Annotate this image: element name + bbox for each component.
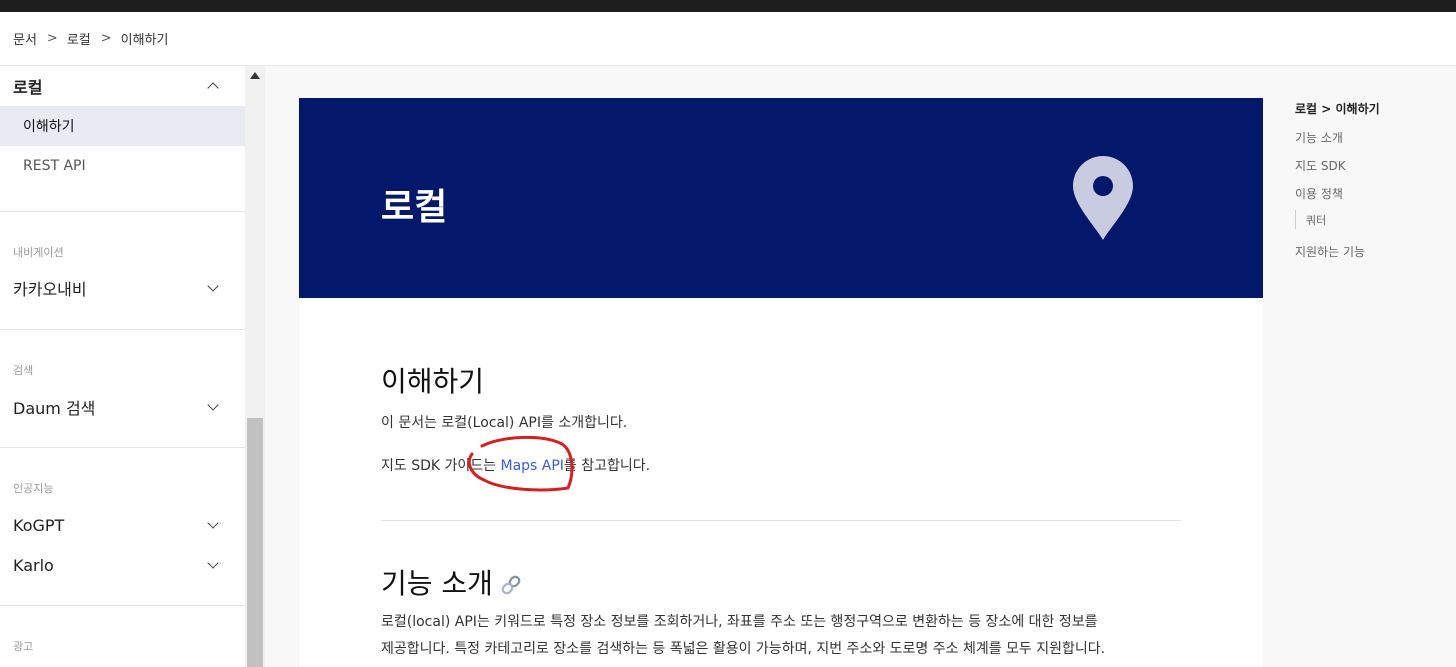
breadcrumb-separator: >	[46, 31, 58, 46]
sidebar-category-search: 검색	[13, 364, 34, 377]
maps-guide-paragraph: 지도 SDK 가이드는 Maps API를 참고합니다.	[381, 453, 1161, 480]
toc-item-maps-sdk[interactable]: 지도 SDK	[1295, 157, 1346, 174]
hero-title: 로컬	[381, 187, 448, 228]
main-content: 로컬 이해하기 이 문서는 로컬(Local) API를 소개합니다. 지도 S…	[299, 98, 1263, 667]
sidebar-group-kakaonavi[interactable]: 카카오내비	[0, 268, 245, 308]
sidebar-group-label: Daum 검색	[13, 399, 96, 418]
hero-banner: 로컬	[299, 98, 1263, 298]
toc-item-usage-policy[interactable]: 이용 정책	[1295, 185, 1343, 202]
link-icon[interactable]	[499, 573, 523, 597]
toc-item-understanding[interactable]: 로컬 > 이해하기	[1295, 100, 1380, 117]
chevron-down-icon	[207, 280, 219, 292]
sidebar-divider	[0, 447, 245, 448]
sidebar-group-label: Karlo	[13, 555, 54, 575]
sidebar-item-label: REST API	[23, 158, 86, 174]
toc-item-quota[interactable]: 쿼터	[1295, 210, 1326, 229]
scroll-up-arrow-icon[interactable]	[250, 72, 260, 79]
toc-item-supported-features[interactable]: 지원하는 기능	[1295, 243, 1365, 260]
window-top-bar	[0, 0, 1456, 12]
sidebar-divider	[0, 211, 245, 212]
breadcrumb-separator: >	[100, 31, 112, 46]
sidebar-item-understanding[interactable]: 이해하기	[0, 106, 245, 146]
sidebar-group-kogpt[interactable]: KoGPT	[0, 505, 245, 545]
sidebar-scrollbar[interactable]	[245, 66, 265, 667]
breadcrumb-understanding[interactable]: 이해하기	[121, 29, 169, 48]
sidebar-group-local[interactable]: 로컬	[0, 66, 245, 106]
sidebar-category-ai: 인공지능	[13, 482, 54, 495]
section-title-text: 기능 소개	[381, 567, 493, 600]
sidebar-divider	[0, 329, 245, 330]
sidebar-category-navigation: 내비게이션	[13, 246, 64, 259]
sidebar-divider	[0, 605, 245, 606]
section-divider	[381, 520, 1181, 521]
section-title-features: 기능 소개	[381, 562, 523, 602]
sidebar-group-label: KoGPT	[13, 515, 65, 535]
section-title-understanding: 이해하기	[381, 365, 485, 398]
paragraph-line: 로컬(local) API는 키워드로 특정 장소 정보를 조회하거나, 좌표를…	[381, 614, 1098, 630]
breadcrumb-local[interactable]: 로컬	[67, 29, 91, 48]
sidebar-group-label: 로컬	[13, 78, 43, 97]
chevron-up-icon	[207, 82, 219, 94]
chevron-down-icon	[207, 557, 219, 569]
chevron-down-icon	[207, 399, 219, 411]
intro-paragraph: 이 문서는 로컬(Local) API를 소개합니다.	[381, 415, 628, 431]
sidebar-item-rest-api[interactable]: REST API	[0, 146, 245, 186]
scrollbar-thumb[interactable]	[247, 418, 263, 667]
features-paragraph: 로컬(local) API는 키워드로 특정 장소 정보를 조회하거나, 좌표를…	[381, 609, 1181, 663]
sidebar-group-karlo[interactable]: Karlo	[0, 545, 245, 585]
paragraph-line: 제공합니다. 특정 카테고리로 장소를 검색하는 등 폭넓은 활용이 가능하며,…	[381, 641, 1106, 657]
toc-item-features[interactable]: 기능 소개	[1295, 129, 1343, 146]
paragraph-text: 지도 SDK 가이드는	[381, 458, 501, 474]
breadcrumb: 문서 > 로컬 > 이해하기	[0, 12, 1456, 66]
maps-api-link[interactable]: Maps API	[500, 458, 563, 474]
sidebar-item-label: 이해하기	[23, 119, 75, 135]
sidebar: 로컬 이해하기 REST API 내비게이션 카카오내비 검색 Daum 검색 …	[0, 66, 245, 667]
breadcrumb-docs[interactable]: 문서	[13, 29, 37, 48]
sidebar-category-ads: 광고	[13, 640, 34, 653]
chevron-down-icon	[207, 517, 219, 529]
sidebar-group-daum-search[interactable]: Daum 검색	[0, 387, 245, 427]
map-pin-icon	[1073, 156, 1133, 240]
paragraph-text: 를 참고합니다.	[563, 458, 651, 474]
sidebar-group-label: 카카오내비	[13, 280, 87, 299]
